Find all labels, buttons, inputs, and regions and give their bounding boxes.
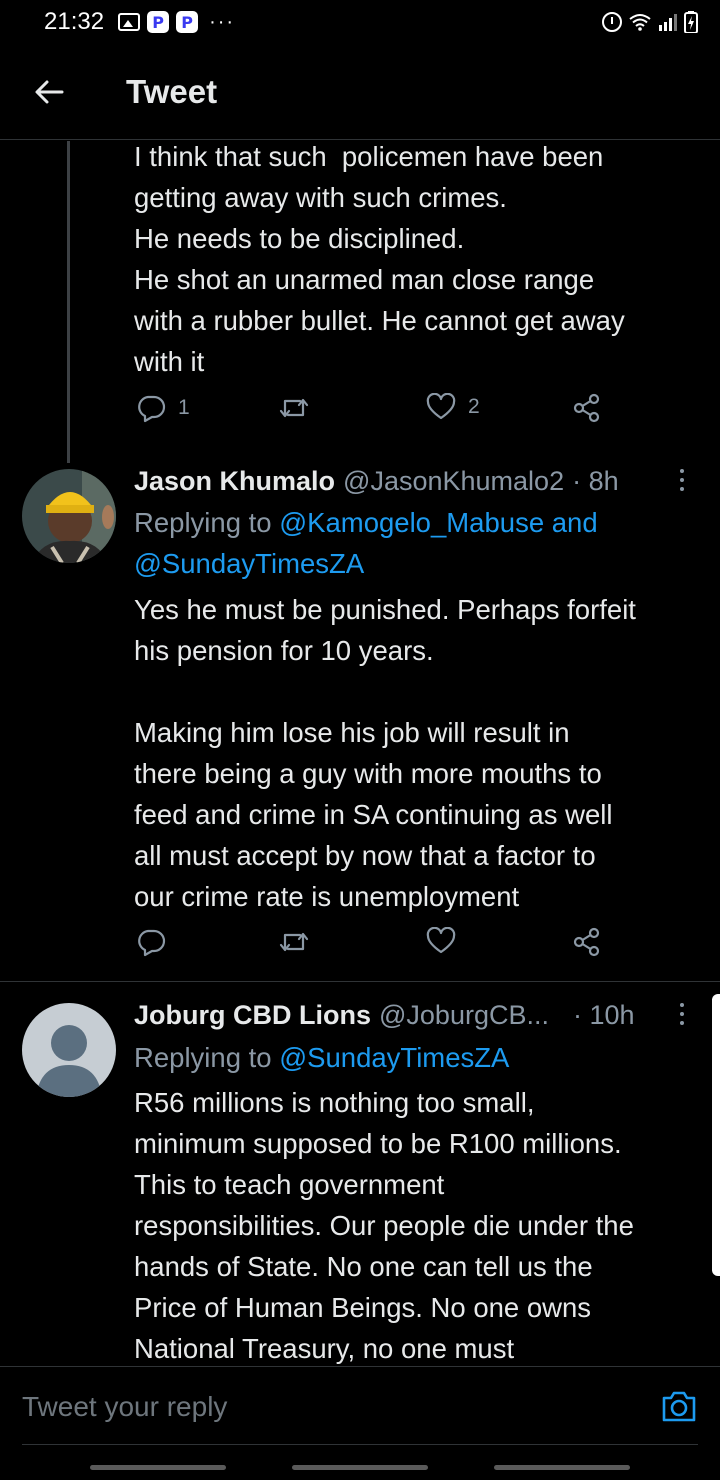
status-time: 21:32 (44, 8, 105, 35)
avatar[interactable] (22, 469, 116, 563)
mention-link[interactable]: @SundayTimesZA (279, 1042, 509, 1073)
like-button[interactable]: 2 (426, 393, 480, 421)
alarm-icon (602, 12, 622, 32)
like-icon (426, 927, 456, 954)
app-notification-icon: P (176, 11, 199, 33)
like-count: 2 (468, 395, 480, 418)
retweet-button[interactable] (278, 393, 310, 423)
replying-to-label: Replying to (134, 1042, 280, 1073)
tweet-actions (134, 927, 614, 967)
nav-recents-handle[interactable] (90, 1465, 226, 1470)
reply-icon (138, 929, 166, 957)
tweet-header: Joburg CBD Lions @JoburgCB... · 10h (134, 995, 714, 1035)
back-button[interactable] (0, 44, 98, 140)
status-bar: 21:32 P P ··· (0, 0, 720, 44)
app-header: Tweet (0, 44, 720, 140)
gallery-icon (118, 13, 141, 31)
nav-home-handle[interactable] (292, 1465, 428, 1470)
share-button[interactable] (572, 393, 602, 423)
tweet-text: R56 millions is nothing too small, minim… (134, 1087, 634, 1364)
author-handle[interactable]: @JoburgCB... (379, 1000, 549, 1031)
reply-bar (0, 1366, 720, 1444)
more-icon[interactable] (678, 469, 686, 495)
mention-link[interactable]: @Kamogelo_Mabuse and (279, 507, 597, 538)
scrollbar-thumb[interactable] (712, 994, 720, 1276)
tweet-text: Yes he must be punished. Perhaps forfeit… (134, 594, 636, 912)
more-notifications-indicator: ··· (209, 10, 236, 33)
tweet-time: · 8h (572, 465, 619, 496)
like-button[interactable] (426, 927, 456, 955)
status-notifications: P P ··· (118, 11, 235, 34)
more-icon[interactable] (678, 1003, 686, 1029)
retweet-button[interactable] (278, 927, 310, 957)
author-name[interactable]: Jason Khumalo (134, 466, 335, 497)
retweet-icon (279, 398, 309, 418)
share-icon (573, 393, 600, 423)
mention-link[interactable]: @SundayTimesZA (134, 548, 364, 579)
tweet-text: I think that such policemen have been ge… (134, 141, 625, 377)
retweet-icon (279, 932, 309, 952)
bottom-divider (22, 1444, 698, 1445)
reply-count: 1 (178, 396, 190, 419)
signal-icon (658, 13, 678, 31)
battery-icon (684, 11, 698, 33)
tweet-actions: 1 2 (134, 393, 614, 433)
camera-button[interactable] (660, 1387, 698, 1425)
back-arrow-icon (35, 80, 64, 103)
share-icon (573, 927, 600, 957)
system-nav-bar (0, 1460, 720, 1480)
replying-to: Replying to @SundayTimesZA (134, 1037, 714, 1078)
replying-to-label: Replying to (134, 507, 280, 538)
reply-input[interactable] (22, 1387, 622, 1427)
reply-button[interactable]: 1 (136, 393, 190, 423)
author-handle[interactable]: @JasonKhumalo2 (343, 466, 564, 497)
reply-button[interactable] (136, 927, 166, 957)
like-icon (426, 393, 456, 420)
page-title: Tweet (126, 72, 218, 110)
tweet-divider (0, 981, 720, 982)
author-name[interactable]: Joburg CBD Lions (134, 1000, 371, 1031)
app-notification-icon: P (147, 11, 170, 33)
camera-icon (662, 1391, 696, 1422)
thread-connector-line (67, 141, 70, 463)
tweet-time: · 10h (572, 999, 635, 1030)
avatar[interactable] (22, 1003, 116, 1097)
status-system-icons (602, 11, 698, 33)
tweet-thread[interactable]: I think that such policemen have been ge… (0, 141, 720, 1365)
wifi-icon (628, 13, 652, 31)
nav-back-handle[interactable] (494, 1465, 630, 1470)
replying-to: Replying to @Kamogelo_Mabuse and @Sunday… (134, 502, 714, 584)
tweet-header: Jason Khumalo @JasonKhumalo2 · 8h (134, 461, 714, 501)
share-button[interactable] (572, 927, 602, 957)
reply-icon (138, 395, 166, 423)
